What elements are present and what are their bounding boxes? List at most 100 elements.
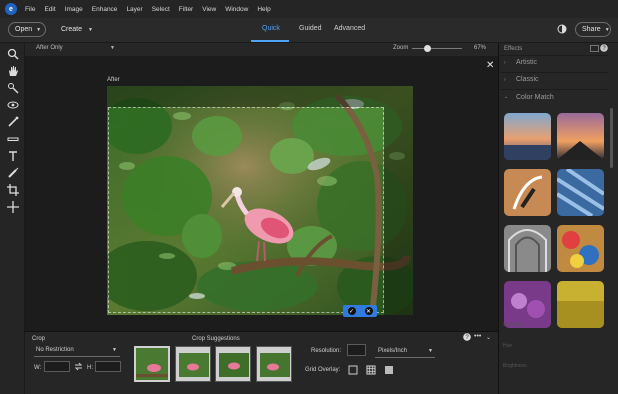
tools-panel (0, 43, 25, 394)
category-classic[interactable]: Classic (516, 76, 539, 83)
effects-title: Effects (504, 46, 523, 52)
crop-icon[interactable] (6, 183, 20, 197)
chevron-down-icon[interactable]: ▼ (112, 347, 117, 353)
resolution-unit-select[interactable]: Pixels/Inch (378, 348, 407, 354)
app-logo: e (5, 3, 17, 15)
chevron-right-icon[interactable]: › (504, 60, 506, 66)
aspect-ratio-select[interactable]: No Restriction (36, 347, 74, 353)
menu-item-filter[interactable]: Filter (179, 6, 193, 13)
menu-item-layer[interactable]: Layer (126, 6, 142, 13)
zoom-label: Zoom (393, 45, 409, 51)
grid-fill-icon[interactable] (384, 365, 394, 375)
grid-overlay-label: Grid Overlay: (305, 367, 341, 373)
help-icon[interactable]: ? (600, 44, 608, 52)
commit-crop-button[interactable]: ✓ (347, 307, 356, 315)
menu-item-file[interactable]: File (25, 6, 35, 13)
menu-item-select[interactable]: Select (152, 6, 170, 13)
menu-items: File Edit Image Enhance Layer Select Filter Vie… (25, 6, 280, 13)
category-artistic[interactable]: Artistic (516, 59, 537, 66)
spot-healing-icon[interactable] (6, 166, 20, 180)
hand-icon[interactable] (6, 64, 20, 78)
type-icon[interactable] (6, 149, 20, 163)
ratio-underline (34, 356, 120, 357)
faded-label: Saturation (503, 322, 526, 328)
chevron-down-icon: ▼ (604, 26, 610, 33)
grid-none-icon[interactable] (348, 365, 358, 375)
top-toolbar: Open ▼ Create ▼ Quick Guided Advanced Sh… (0, 18, 618, 43)
straighten-icon[interactable] (6, 132, 20, 146)
effect-thumbnail[interactable] (557, 281, 604, 328)
open-label: Open (15, 26, 33, 33)
menu-item-edit[interactable]: Edit (44, 6, 55, 13)
resolution-input[interactable] (347, 344, 366, 356)
quick-selection-icon[interactable] (6, 81, 20, 95)
resolution-label: Resolution: (311, 348, 342, 354)
active-tab-indicator (251, 40, 289, 42)
zoom-slider-track[interactable] (412, 48, 462, 49)
whiten-teeth-icon[interactable] (6, 115, 20, 129)
move-icon[interactable] (6, 200, 20, 214)
collapse-icon[interactable]: ⌄ (486, 334, 491, 341)
open-button[interactable]: Open ▼ (8, 22, 46, 37)
cancel-crop-button[interactable]: ✕ (364, 307, 373, 315)
zoom-icon[interactable] (6, 47, 20, 61)
height-input[interactable] (95, 361, 121, 372)
menu-item-window[interactable]: Window (225, 6, 248, 13)
divider (498, 89, 608, 90)
crop-suggestion[interactable] (256, 346, 292, 382)
crop-suggestion[interactable] (134, 346, 170, 382)
chevron-down-icon[interactable]: ▼ (428, 348, 433, 354)
effect-thumbnail[interactable] (557, 169, 604, 216)
chevron-down-icon[interactable]: ⌄ (504, 94, 508, 100)
close-icon[interactable]: ✕ (486, 60, 494, 71)
width-label: W: (34, 365, 42, 371)
height-label: H: (87, 365, 93, 371)
red-eye-icon[interactable] (6, 98, 20, 112)
menu-item-view[interactable]: View (202, 6, 216, 13)
category-color-match[interactable]: Color Match (516, 94, 554, 101)
create-button[interactable]: Create ▼ (61, 26, 93, 33)
crop-suggestion[interactable] (215, 346, 251, 382)
panel-scrollbar[interactable] (610, 108, 613, 168)
swap-icon[interactable] (74, 362, 83, 371)
width-input[interactable] (44, 361, 70, 372)
zoom-slider-thumb[interactable] (423, 45, 431, 52)
menu-item-image[interactable]: Image (65, 6, 83, 13)
tab-quick[interactable]: Quick (262, 25, 280, 32)
effect-thumbnail[interactable] (557, 225, 604, 272)
crop-title: Crop (32, 336, 46, 342)
effect-thumbnail[interactable] (504, 113, 551, 160)
chevron-down-icon: ▼ (87, 27, 93, 33)
share-label: Share (582, 26, 601, 33)
create-label: Create (61, 26, 83, 33)
tab-advanced[interactable]: Advanced (334, 25, 365, 32)
faded-label: Hue (503, 343, 513, 349)
divider (498, 55, 608, 56)
grid-thirds-icon[interactable] (366, 365, 376, 375)
view-mode-select[interactable]: After Only (36, 45, 63, 51)
theme-toggle-icon[interactable] (557, 24, 567, 34)
zoom-value: 67% (474, 45, 487, 51)
effect-thumbnail[interactable] (557, 113, 604, 160)
crop-box[interactable] (108, 107, 384, 313)
panel-options-icon[interactable] (590, 45, 599, 52)
faded-label: Brightness (503, 363, 527, 369)
share-button[interactable]: Share ▼ (575, 22, 611, 37)
effect-thumbnail[interactable] (504, 169, 551, 216)
chevron-down-icon: ▼ (36, 26, 42, 33)
unit-underline (375, 357, 435, 358)
effect-thumbnail[interactable] (504, 281, 551, 328)
crop-suggestion[interactable] (175, 346, 211, 382)
tab-guided[interactable]: Guided (299, 25, 322, 32)
chevron-down-icon[interactable]: ▼ (110, 45, 115, 51)
help-icon[interactable]: ? (463, 333, 471, 341)
menu-item-help[interactable]: Help (257, 6, 270, 13)
menu-item-enhance[interactable]: Enhance (92, 6, 118, 13)
effect-thumbnail[interactable] (504, 225, 551, 272)
divider (498, 72, 608, 73)
more-options-icon[interactable]: ••• (474, 333, 481, 340)
chevron-right-icon[interactable]: › (504, 77, 506, 83)
after-label: After (107, 77, 120, 83)
menu-bar: e File Edit Image Enhance Layer Select Filter V… (0, 0, 618, 18)
crop-actions: ✓ ✕ (343, 305, 377, 317)
